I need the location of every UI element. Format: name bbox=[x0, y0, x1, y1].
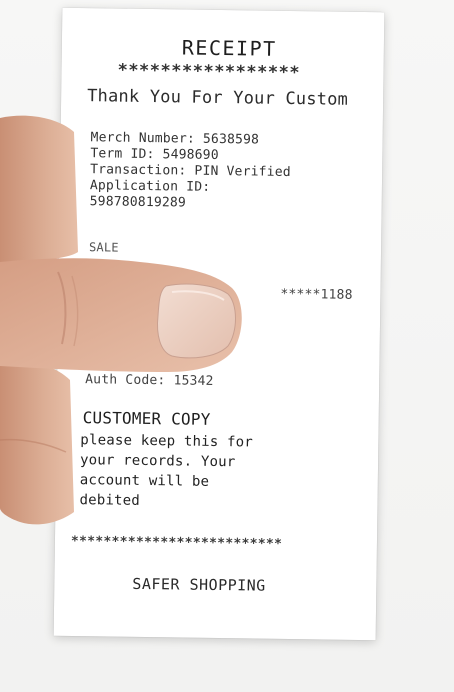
thank-you-line: Thank You For Your Custom bbox=[87, 86, 349, 110]
application-id-label: Application ID: bbox=[89, 178, 211, 195]
receipt-paper: RECEIPT ***************** Thank You For … bbox=[53, 7, 385, 641]
receipt-footer: SAFER SHOPPING bbox=[132, 574, 266, 595]
auth-code-line: Auth Code: 15342 bbox=[85, 372, 214, 389]
merch-number-line: Merch Number: 5638598 bbox=[90, 130, 260, 148]
transaction-line: Transaction: PIN Verified bbox=[90, 162, 291, 180]
copy-note-line: debited bbox=[79, 492, 141, 509]
photo-scene: RECEIPT ***************** Thank You For … bbox=[0, 0, 454, 692]
receipt-title: RECEIPT bbox=[181, 35, 277, 61]
application-id-value: 598780819289 bbox=[89, 194, 187, 211]
top-star-divider: ***************** bbox=[117, 60, 301, 84]
copy-note-line: account will be bbox=[79, 472, 210, 490]
term-id-line: Term ID: 5498690 bbox=[90, 146, 219, 163]
copy-note-line: please keep this for bbox=[80, 432, 254, 451]
customer-copy-heading: CUSTOMER COPY bbox=[82, 408, 211, 429]
sale-label: SALE bbox=[88, 240, 119, 255]
masked-card-number: *****1188 bbox=[280, 286, 353, 303]
copy-note-line: your records. Your bbox=[79, 452, 236, 471]
bottom-star-divider: ************************** bbox=[70, 533, 283, 552]
